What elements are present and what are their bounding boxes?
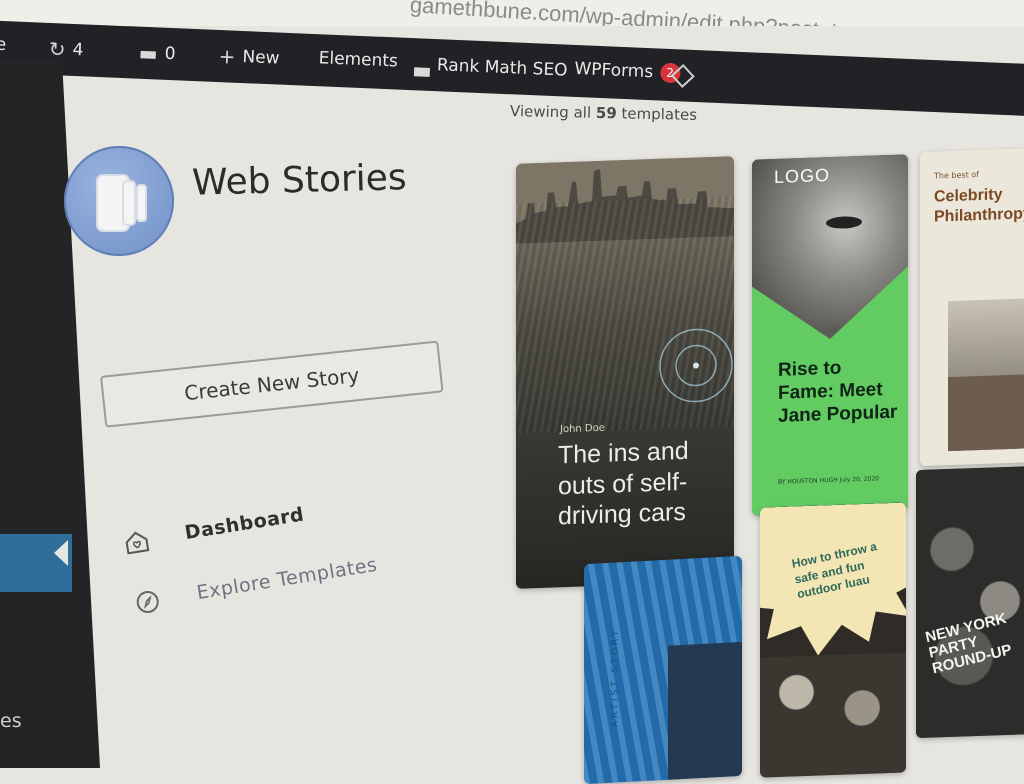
- nav-explore-templates[interactable]: Explore Templates: [134, 554, 379, 614]
- diamond-icon: [670, 63, 695, 88]
- viewing-count: 59: [595, 103, 617, 123]
- card-headline: Rise to Fame: Meet Jane Popular: [778, 357, 898, 428]
- comments-button[interactable]: ▬ 0: [138, 41, 176, 67]
- updates-count: 4: [72, 39, 84, 61]
- template-card-artist-story[interactable]: ARTIST STORY: [584, 555, 742, 784]
- url-text: gamethbune.com/wp-admin/edit.php?post_ty…: [409, 0, 1024, 26]
- template-card-self-driving[interactable]: John Doe The ins and outs of self-drivin…: [516, 156, 734, 589]
- extra-toolbar-button[interactable]: [670, 63, 695, 88]
- dark-block: [668, 641, 742, 784]
- viewing-prefix: Viewing all: [509, 102, 597, 122]
- menu-item-partial[interactable]: es: [0, 710, 22, 732]
- card-headline: The ins and outs of self-driving cars: [558, 436, 689, 531]
- celebrity-photo: [948, 373, 1024, 452]
- comments-count: 0: [164, 43, 176, 65]
- logo-card-shape: [124, 182, 134, 224]
- elements-button[interactable]: Elements: [318, 48, 398, 71]
- updates-button[interactable]: ↻ 4: [48, 37, 84, 62]
- viewing-suffix: templates: [616, 104, 698, 124]
- crowd-photo: [916, 465, 1024, 739]
- template-card-luau[interactable]: How to throw a safe and fun outdoor luau: [760, 502, 906, 778]
- create-new-story-button[interactable]: Create New Story: [100, 340, 444, 428]
- nav-explore-label: Explore Templates: [195, 553, 379, 605]
- party-photo: [760, 652, 906, 778]
- template-card-rise-to-fame[interactable]: LOGO Rise to Fame: Meet Jane Popular BY …: [752, 154, 908, 516]
- templates-count-text: Viewing all 59 templates: [510, 102, 697, 124]
- home-heart-icon: [122, 528, 150, 555]
- new-content-button[interactable]: + New: [218, 44, 280, 71]
- brand-title: Web Stories: [191, 157, 408, 204]
- nav-dashboard-label: Dashboard: [183, 503, 306, 545]
- web-stories-sidebar: Web Stories Create New Story Dashboard E…: [64, 140, 484, 760]
- card-headline: Celebrity Philanthropy: [934, 186, 1024, 226]
- logo-card-shape: [138, 186, 145, 220]
- site-name-link[interactable]: ne: [0, 34, 7, 55]
- compass-icon: [134, 588, 161, 613]
- card-tag: The best of: [934, 170, 979, 181]
- nav-dashboard[interactable]: Dashboard: [122, 503, 306, 555]
- card-side-label: ARTIST STORY: [610, 627, 621, 728]
- rankmath-label: Rank Math SEO: [436, 55, 568, 81]
- card-author: John Doe: [560, 422, 605, 436]
- plus-icon: +: [218, 44, 236, 69]
- wpforms-label: WPForms: [574, 58, 654, 83]
- new-label: New: [242, 47, 280, 69]
- template-card-celebrity[interactable]: The best of Celebrity Philanthropy: [920, 147, 1024, 467]
- elements-label: Elements: [318, 48, 399, 72]
- comment-icon: ▬: [138, 40, 159, 66]
- browser-url-bar[interactable]: gamethbune.com/wp-admin/edit.php?post_ty…: [0, 0, 1024, 26]
- refresh-icon: ↻: [48, 36, 67, 62]
- web-stories-logo-icon: [64, 146, 174, 256]
- rankmath-button[interactable]: ▃ Rank Math SEO: [414, 52, 568, 82]
- target-icon: [659, 328, 733, 403]
- site-name-label: ne: [0, 34, 7, 56]
- wpforms-button[interactable]: WPForms 2: [574, 58, 681, 84]
- chart-icon: ▃: [414, 52, 431, 77]
- card-logo-text: LOGO: [774, 164, 831, 187]
- template-card-ny-party[interactable]: NEW YORK PARTY ROUND-UP: [916, 465, 1024, 739]
